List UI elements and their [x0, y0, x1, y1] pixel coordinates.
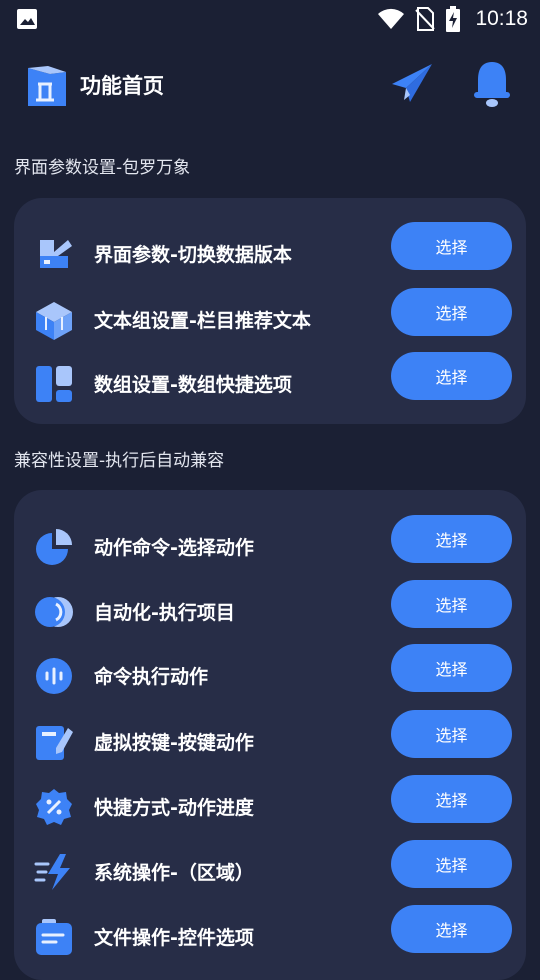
select-button[interactable]: 选择: [391, 580, 512, 628]
select-button[interactable]: 选择: [391, 352, 512, 400]
list-item: 文件操作-控件选项 选择: [14, 905, 526, 969]
folder-icon: [34, 917, 74, 957]
list-item: 系统操作-（区域） 选择: [14, 840, 526, 904]
pie-chart-icon: [34, 527, 74, 567]
battery-charging-icon: [446, 6, 461, 32]
item-label: 自动化-执行项目: [94, 602, 235, 624]
list-item: 数组设置-数组快捷选项 选择: [14, 352, 526, 416]
toggle-circles-icon: [34, 592, 74, 632]
no-sim-icon: [415, 7, 436, 31]
list-item: 自动化-执行项目 选择: [14, 580, 526, 644]
item-label: 系统操作-（区域）: [94, 862, 254, 884]
item-label: 界面参数-切换数据版本: [94, 244, 292, 266]
image-icon: [17, 9, 37, 29]
layout-icon: [34, 364, 74, 404]
item-label: 命令执行动作: [94, 666, 209, 688]
compat-card: 动作命令-选择动作 选择 自动化-执行项目 选择 命令执行动作 选择 虚拟按键-…: [14, 490, 526, 980]
item-label: 文本组设置-栏目推荐文本: [94, 310, 311, 332]
edit-key-icon: [34, 722, 74, 762]
notification-button[interactable]: [470, 60, 514, 108]
ui-params-icon: [34, 234, 74, 274]
select-button[interactable]: 选择: [391, 710, 512, 758]
app-header: 功能首页: [0, 56, 540, 112]
section-title-ui-params: 界面参数设置-包罗万象: [14, 158, 191, 178]
page-title: 功能首页: [80, 74, 164, 98]
wifi-icon: [378, 8, 405, 29]
send-icon: [392, 64, 432, 102]
send-button[interactable]: [390, 62, 434, 106]
section-title-compat: 兼容性设置-执行后自动兼容: [14, 451, 225, 471]
app-logo-icon: [24, 62, 68, 112]
select-button[interactable]: 选择: [391, 515, 512, 563]
cube-icon: [34, 300, 74, 340]
list-item: 虚拟按键-按键动作 选择: [14, 710, 526, 774]
lightning-icon: [34, 852, 74, 892]
item-label: 数组设置-数组快捷选项: [94, 374, 292, 396]
bell-icon: [474, 62, 510, 107]
clock-time: 10:18: [475, 7, 528, 30]
select-button[interactable]: 选择: [391, 288, 512, 336]
list-item: 命令执行动作 选择: [14, 644, 526, 708]
status-bar: 10:18: [0, 0, 540, 36]
select-button[interactable]: 选择: [391, 840, 512, 888]
list-item: 动作命令-选择动作 选择: [14, 515, 526, 579]
list-item: 文本组设置-栏目推荐文本 选择: [14, 288, 526, 352]
list-item: 界面参数-切换数据版本 选择: [14, 222, 526, 286]
select-button[interactable]: 选择: [391, 775, 512, 823]
item-label: 动作命令-选择动作: [94, 537, 254, 559]
percent-badge-icon: [34, 787, 74, 827]
select-button[interactable]: 选择: [391, 222, 512, 270]
voice-icon: [34, 656, 74, 696]
ui-params-card: 界面参数-切换数据版本 选择 文本组设置-栏目推荐文本 选择 数组设置-数组快捷…: [14, 198, 526, 424]
item-label: 文件操作-控件选项: [94, 927, 254, 949]
select-button[interactable]: 选择: [391, 644, 512, 692]
list-item: 快捷方式-动作进度 选择: [14, 775, 526, 839]
item-label: 虚拟按键-按键动作: [94, 732, 254, 754]
item-label: 快捷方式-动作进度: [94, 797, 254, 819]
select-button[interactable]: 选择: [391, 905, 512, 953]
